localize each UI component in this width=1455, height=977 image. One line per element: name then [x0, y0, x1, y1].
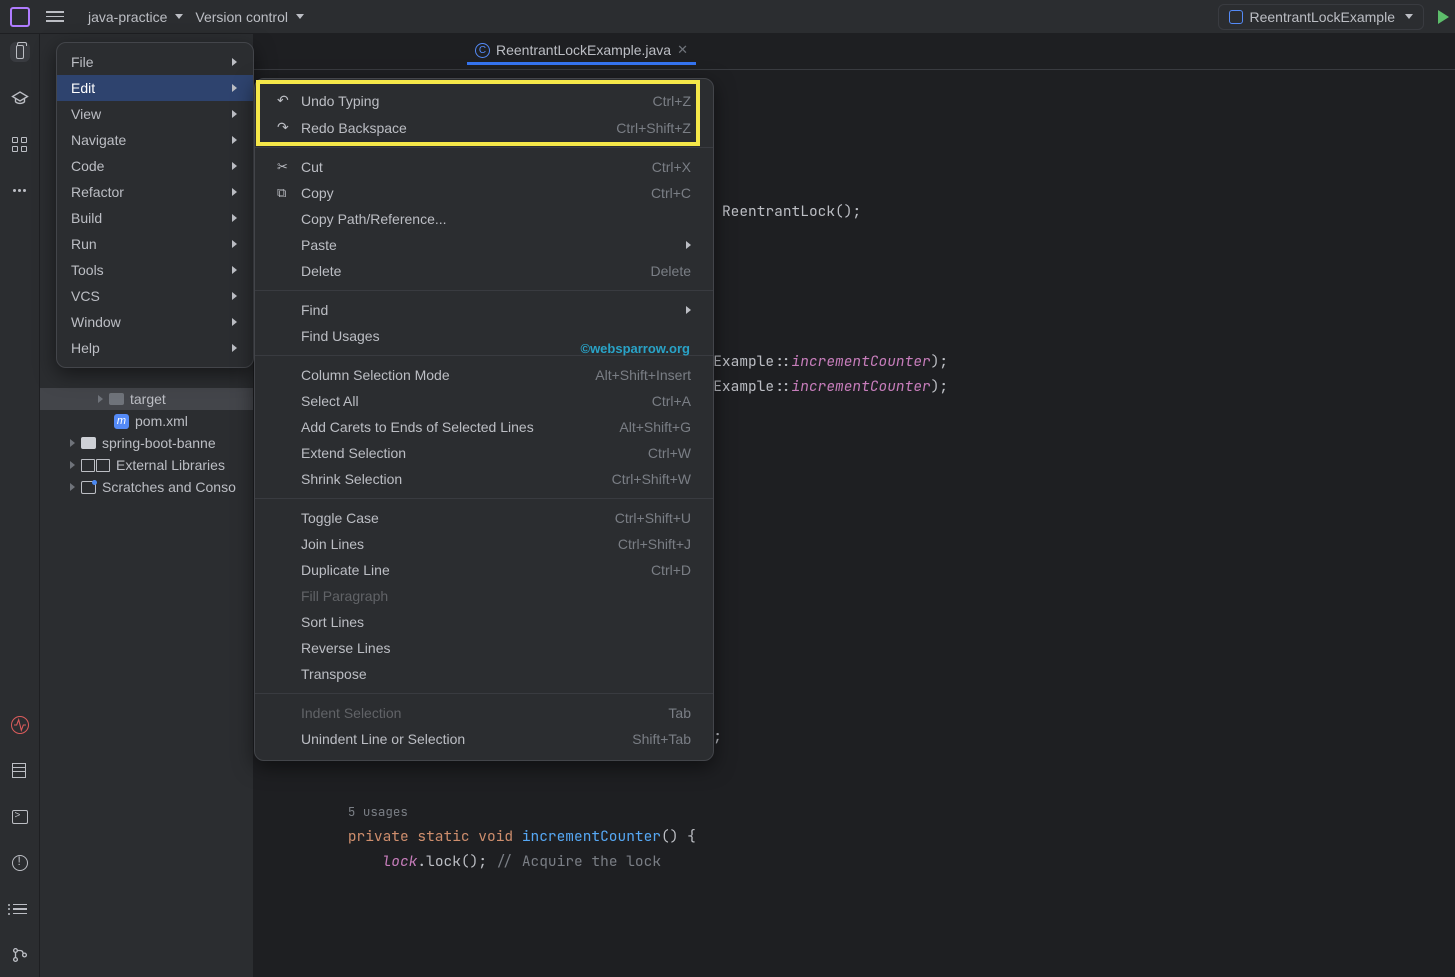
menu-cut[interactable]: ✂CutCtrl+X [255, 154, 713, 180]
menu-unindent[interactable]: Unindent Line or SelectionShift+Tab [255, 726, 713, 752]
tree-node-pom[interactable]: m pom.xml [40, 410, 253, 432]
close-tab-icon[interactable]: ✕ [677, 42, 688, 58]
chevron-right-icon [686, 241, 691, 249]
bookmarks-tool-button[interactable] [10, 88, 30, 108]
run-config-selector[interactable]: ReentrantLockExample [1218, 4, 1424, 30]
chevron-right-icon [232, 188, 237, 196]
menu-redo[interactable]: ↷Redo BackspaceCtrl+Shift+Z [255, 114, 713, 141]
menu-build[interactable]: Build [57, 205, 253, 231]
maven-file-icon: m [114, 414, 129, 429]
chevron-right-icon [232, 58, 237, 66]
menu-reverse-lines[interactable]: Reverse Lines [255, 635, 713, 661]
chevron-right-icon [232, 162, 237, 170]
copy-icon: ⧉ [277, 185, 291, 201]
menu-tools[interactable]: Tools [57, 257, 253, 283]
expand-arrow-icon[interactable] [98, 395, 103, 403]
menu-paste[interactable]: Paste [255, 232, 713, 258]
vcs-tool-button[interactable] [10, 945, 30, 965]
class-icon [1229, 10, 1243, 24]
scratches-icon [81, 481, 96, 494]
expand-arrow-icon[interactable] [70, 439, 75, 447]
menu-navigate[interactable]: Navigate [57, 127, 253, 153]
more-tool-button[interactable] [10, 180, 30, 200]
menu-window[interactable]: Window [57, 309, 253, 335]
chevron-right-icon [232, 110, 237, 118]
tree-node-target[interactable]: target [40, 388, 253, 410]
editor-tab[interactable]: C ReentrantLockExample.java ✕ [467, 38, 696, 65]
menu-select-all[interactable]: Select AllCtrl+A [255, 388, 713, 414]
menu-column-selection[interactable]: Column Selection ModeAlt+Shift+Insert [255, 362, 713, 388]
menu-find[interactable]: Find [255, 297, 713, 323]
tree-node-spring[interactable]: spring-boot-banne [40, 432, 253, 454]
menu-view[interactable]: View [57, 101, 253, 127]
chevron-right-icon [232, 136, 237, 144]
menu-undo[interactable]: ↶Undo TypingCtrl+Z [255, 87, 713, 114]
chevron-right-icon [232, 214, 237, 222]
menu-shrink-selection[interactable]: Shrink SelectionCtrl+Shift+W [255, 466, 713, 492]
menu-transpose[interactable]: Transpose [255, 661, 713, 687]
chevron-right-icon [232, 240, 237, 248]
services-tool-button[interactable] [10, 715, 30, 735]
watermark-text: ©websparrow.org [580, 341, 690, 356]
undo-icon: ↶ [277, 92, 291, 109]
module-icon [81, 437, 96, 449]
chevron-right-icon [232, 84, 237, 92]
menu-refactor[interactable]: Refactor [57, 179, 253, 205]
libraries-icon [81, 459, 110, 472]
ide-logo-icon [10, 7, 30, 27]
structure-tool-button[interactable] [10, 134, 30, 154]
menu-vcs[interactable]: VCS [57, 283, 253, 309]
vcs-dropdown[interactable]: Version control [189, 5, 310, 29]
chevron-down-icon [175, 14, 183, 19]
menu-copy[interactable]: ⧉CopyCtrl+C [255, 180, 713, 206]
scissors-icon: ✂ [277, 159, 291, 175]
redo-icon: ↷ [277, 119, 291, 136]
java-class-icon: C [475, 43, 490, 58]
menu-delete[interactable]: DeleteDelete [255, 258, 713, 284]
chevron-right-icon [232, 318, 237, 326]
menu-run[interactable]: Run [57, 231, 253, 257]
menu-code[interactable]: Code [57, 153, 253, 179]
chevron-right-icon [232, 292, 237, 300]
project-tool-button[interactable] [10, 42, 30, 62]
menu-toggle-case[interactable]: Toggle CaseCtrl+Shift+U [255, 505, 713, 531]
menu-duplicate-line[interactable]: Duplicate LineCtrl+D [255, 557, 713, 583]
menu-fill-paragraph: Fill Paragraph [255, 583, 713, 609]
todo-tool-button[interactable] [10, 899, 30, 919]
problems-tool-button[interactable] [10, 853, 30, 873]
menu-file[interactable]: File [57, 49, 253, 75]
expand-arrow-icon[interactable] [70, 461, 75, 469]
chevron-down-icon [296, 14, 304, 19]
main-menu-button[interactable] [46, 5, 70, 29]
terminal-tool-button[interactable] [10, 807, 30, 827]
main-menu-popup: File Edit View Navigate Code Refactor Bu… [56, 42, 254, 368]
menu-join-lines[interactable]: Join LinesCtrl+Shift+J [255, 531, 713, 557]
menu-edit[interactable]: Edit [57, 75, 253, 101]
menu-extend-selection[interactable]: Extend SelectionCtrl+W [255, 440, 713, 466]
project-dropdown[interactable]: java-practice [82, 5, 189, 29]
expand-arrow-icon[interactable] [70, 483, 75, 491]
chevron-right-icon [686, 306, 691, 314]
tree-node-scratches[interactable]: Scratches and Conso [40, 476, 253, 498]
tool-window-strip-left [0, 34, 40, 977]
menu-indent: Indent SelectionTab [255, 700, 713, 726]
menu-add-carets[interactable]: Add Carets to Ends of Selected LinesAlt+… [255, 414, 713, 440]
edit-menu-popup: ↶Undo TypingCtrl+Z ↷Redo BackspaceCtrl+S… [254, 78, 714, 761]
top-toolbar: java-practice Version control ReentrantL… [0, 0, 1455, 34]
run-button[interactable] [1438, 10, 1449, 24]
tree-node-external-libs[interactable]: External Libraries [40, 454, 253, 476]
menu-copy-path[interactable]: Copy Path/Reference... [255, 206, 713, 232]
menu-help[interactable]: Help [57, 335, 253, 361]
chevron-right-icon [232, 344, 237, 352]
folder-icon [109, 393, 124, 405]
database-tool-button[interactable] [10, 761, 30, 781]
chevron-right-icon [232, 266, 237, 274]
chevron-down-icon [1405, 14, 1413, 19]
menu-sort-lines[interactable]: Sort Lines [255, 609, 713, 635]
